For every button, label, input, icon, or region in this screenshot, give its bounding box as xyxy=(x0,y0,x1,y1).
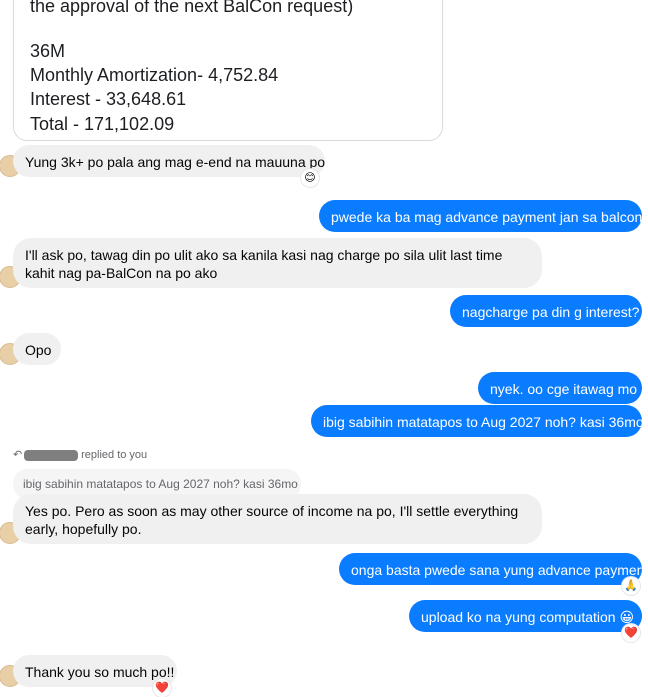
message-bubble[interactable]: pwede ka ba mag advance payment jan sa b… xyxy=(319,200,648,232)
message-bubble[interactable]: upload ko na yung computation 😀 xyxy=(409,600,642,632)
message-text: ibig sabihin matatapos to Aug 2027 noh? … xyxy=(323,414,644,430)
reply-indicator: ↶ replied to you xyxy=(13,448,147,461)
message-row-5: Opo xyxy=(0,333,61,365)
message-text: Opo xyxy=(25,342,52,358)
redacted-name xyxy=(24,449,79,461)
message-text: Yung 3k+ po pala ang mag e-end na mauuna… xyxy=(25,154,326,170)
card-line-interest: Interest - 33,648.61 xyxy=(30,89,187,109)
message-bubble[interactable]: nagcharge pa din g interest? xyxy=(450,295,642,327)
card-line-total: Total - 171,102.09 xyxy=(30,114,175,134)
message-bubble[interactable]: nyek. oo cge itawag mo xyxy=(478,372,642,404)
message-bubble[interactable]: Yes po. Pero as soon as may other source… xyxy=(13,494,542,544)
message-text: upload ko na yung computation 😀 xyxy=(421,609,635,625)
message-bubble[interactable]: ibig sabihin matatapos to Aug 2027 noh? … xyxy=(311,405,644,437)
message-text: nagcharge pa din g interest? xyxy=(462,304,640,320)
reaction-pray-icon[interactable]: 🙏 xyxy=(622,577,640,595)
message-row-1: Yung 3k+ po pala ang mag e-end na mauuna… xyxy=(0,145,325,187)
reaction-heart-icon[interactable]: ❤️ xyxy=(153,679,171,697)
computation-card: the approval of the next BalCon request)… xyxy=(13,0,443,141)
message-row-11: Thank you so much po!! ❤️ xyxy=(0,655,177,697)
reaction-smile-icon[interactable]: 😊 xyxy=(301,169,319,187)
reaction-heart-icon[interactable]: ❤️ xyxy=(622,624,640,642)
card-line-approval: the approval of the next BalCon request) xyxy=(30,0,354,16)
card-line-term: 36M xyxy=(30,41,66,61)
message-bubble[interactable]: Yung 3k+ po pala ang mag e-end na mauuna… xyxy=(13,145,325,177)
message-row-9: onga basta pwede sana yung advance payme… xyxy=(339,553,648,595)
message-bubble[interactable]: Opo xyxy=(13,333,61,365)
quoted-text: ibig sabihin matatapos to Aug 2027 noh? … xyxy=(23,477,298,491)
reply-label: replied to you xyxy=(81,449,148,461)
card-line-amortization: Monthly Amortization- 4,752.84 xyxy=(30,65,279,85)
message-text: pwede ka ba mag advance payment jan sa b… xyxy=(331,209,648,225)
message-bubble[interactable]: Thank you so much po!! xyxy=(13,655,177,687)
message-text: Yes po. Pero as soon as may other source… xyxy=(25,503,519,537)
reply-arrow-icon: ↶ xyxy=(13,449,23,461)
message-bubble[interactable]: I'll ask po, tawag din po ulit ako sa ka… xyxy=(13,238,542,288)
message-bubble[interactable]: onga basta pwede sana yung advance payme… xyxy=(339,553,648,585)
message-text: Thank you so much po!! xyxy=(25,664,175,680)
message-row-3: I'll ask po, tawag din po ulit ako sa ka… xyxy=(0,238,542,288)
message-text: I'll ask po, tawag din po ulit ako sa ka… xyxy=(25,247,503,281)
message-row-10: upload ko na yung computation 😀 ❤️ xyxy=(409,600,642,642)
message-text: nyek. oo cge itawag mo xyxy=(490,381,638,397)
message-row-8: Yes po. Pero as soon as may other source… xyxy=(0,494,542,544)
message-text: onga basta pwede sana yung advance payme… xyxy=(351,562,648,578)
